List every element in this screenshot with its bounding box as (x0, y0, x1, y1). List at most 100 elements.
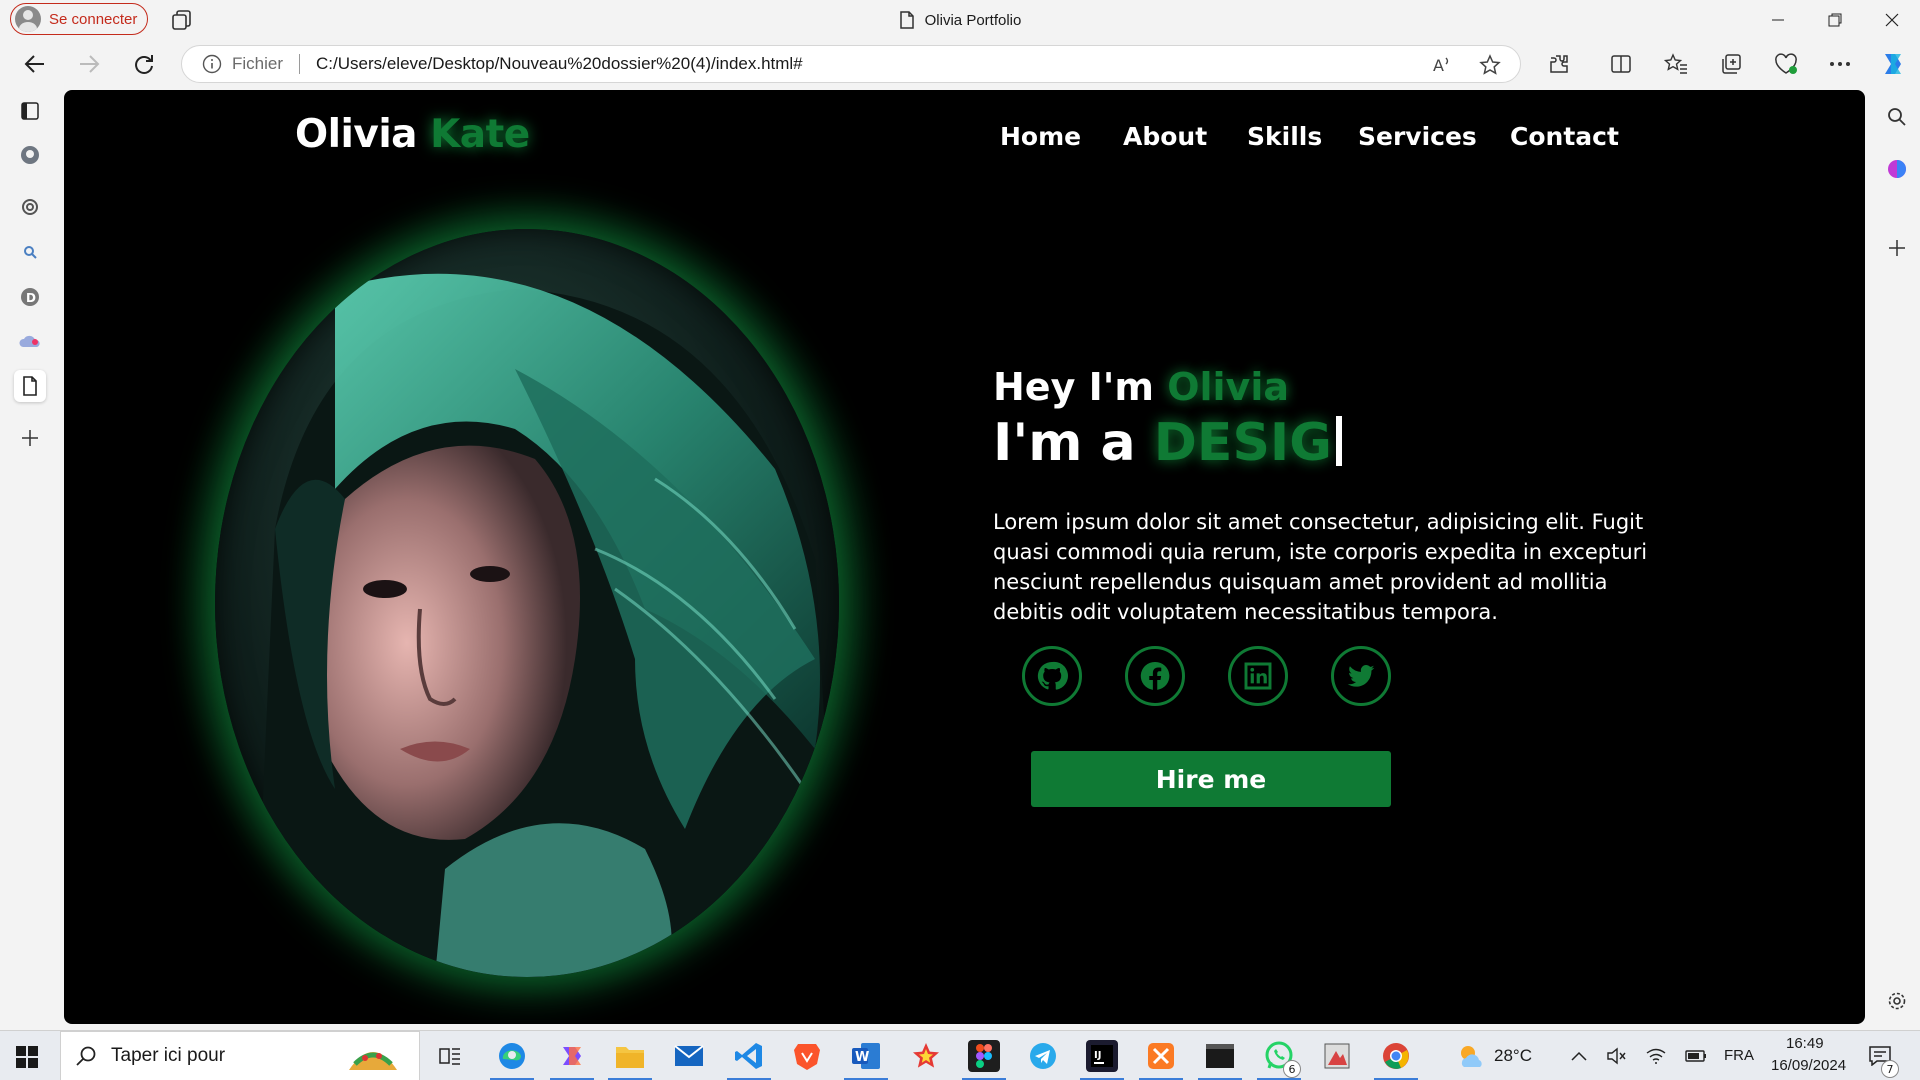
weather-temperature[interactable]: 28°C (1494, 1046, 1532, 1066)
file-explorer-icon[interactable] (614, 1040, 646, 1072)
navigation-bar: Fichier C:/Users/eleve/Desktop/Nouveau%2… (0, 40, 1920, 88)
sidebar-add-icon[interactable] (1884, 235, 1910, 261)
linkedin-icon[interactable] (1228, 646, 1288, 706)
intellij-icon[interactable]: IJ (1086, 1040, 1118, 1072)
svg-text:IJ: IJ (1094, 1050, 1101, 1061)
favorite-star-icon[interactable] (1479, 54, 1501, 76)
search-tab-icon[interactable] (14, 236, 46, 268)
svg-text:W: W (855, 1050, 869, 1065)
tab-actions-icon[interactable] (14, 95, 46, 127)
collections-icon[interactable] (1717, 50, 1745, 78)
tab-title: Olivia Portfolio (924, 11, 1022, 29)
svg-text:A: A (1433, 56, 1444, 75)
vscode-icon[interactable] (733, 1040, 765, 1072)
volume-muted-icon[interactable] (1601, 1040, 1633, 1072)
title-bar: Se connecter Olivia Portfolio (0, 0, 1920, 40)
chrome-icon[interactable] (1380, 1040, 1412, 1072)
restore-button[interactable] (1806, 0, 1863, 40)
greeting-prefix: Hey I'm (993, 365, 1154, 409)
start-windows-icon[interactable] (16, 1046, 38, 1068)
task-view-icon[interactable] (434, 1040, 466, 1072)
whatsapp-badge: 6 (1283, 1060, 1301, 1078)
info-icon[interactable] (202, 54, 222, 74)
split-screen-icon[interactable] (1607, 50, 1635, 78)
nav-services[interactable]: Services (1358, 122, 1477, 151)
search-icon (76, 1046, 96, 1066)
close-button[interactable] (1863, 0, 1920, 40)
input-language[interactable]: FRA (1724, 1047, 1754, 1064)
active-tab-document-icon[interactable] (14, 370, 46, 402)
back-button[interactable] (19, 48, 51, 80)
edge-icon[interactable] (496, 1040, 528, 1072)
show-hidden-icons[interactable] (1563, 1040, 1595, 1072)
twitter-icon[interactable] (1331, 646, 1391, 706)
nav-contact[interactable]: Contact (1510, 122, 1619, 151)
profile-portrait (215, 229, 839, 977)
brave-icon[interactable] (791, 1040, 823, 1072)
extensions-icon[interactable] (1545, 50, 1573, 78)
page-viewport: Olivia Kate Home About Skills Services C… (64, 90, 1865, 1024)
sidebar-search-icon[interactable] (1884, 104, 1910, 130)
windows-taskbar: Taper ici pour W IJ 6 28°C FRA 16:49 16/… (0, 1030, 1920, 1080)
taco-icon (349, 1052, 397, 1070)
favorites-icon[interactable] (1662, 50, 1690, 78)
copilot-icon[interactable] (1879, 50, 1907, 78)
clock-time[interactable]: 16:49 (1786, 1035, 1824, 1052)
browser-essentials-icon[interactable] (1772, 50, 1800, 78)
refresh-button[interactable] (128, 48, 160, 80)
wifi-icon[interactable] (1640, 1040, 1672, 1072)
nav-skills[interactable]: Skills (1247, 122, 1322, 151)
logo-last-name: Kate (430, 112, 530, 157)
vertical-tabs-bar: D (0, 88, 60, 1030)
greeting: Hey I'm Olivia (993, 365, 1713, 409)
nav-about[interactable]: About (1123, 122, 1207, 151)
new-tab-plus-icon[interactable] (14, 422, 46, 454)
hire-me-button[interactable]: Hire me (1031, 751, 1391, 807)
role-typed-text: DESIG (1153, 413, 1332, 473)
role-prefix: I'm a (993, 413, 1136, 473)
edge-sidebar (1872, 88, 1920, 1030)
url-text[interactable]: C:/Users/eleve/Desktop/Nouveau%20dossier… (316, 54, 803, 74)
hero-description: Lorem ipsum dolor sit amet consectetur, … (993, 510, 1648, 624)
battery-icon[interactable] (1680, 1040, 1712, 1072)
clock-date[interactable]: 16/09/2024 (1771, 1057, 1846, 1074)
logo-first-name: Olivia (295, 112, 418, 157)
figma-icon[interactable] (968, 1040, 1000, 1072)
mail-icon[interactable] (673, 1040, 705, 1072)
snipping-tool-icon[interactable] (1321, 1040, 1353, 1072)
terminal-icon[interactable] (1204, 1040, 1236, 1072)
telegram-icon[interactable] (1027, 1040, 1059, 1072)
star-app-icon[interactable] (910, 1040, 942, 1072)
chatgpt-tab-icon[interactable] (14, 191, 46, 223)
window-title: Olivia Portfolio (0, 0, 1920, 40)
document-icon (899, 11, 914, 29)
copilot-taskbar-icon[interactable] (556, 1040, 588, 1072)
xampp-icon[interactable] (1145, 1040, 1177, 1072)
address-bar[interactable]: Fichier C:/Users/eleve/Desktop/Nouveau%2… (181, 45, 1521, 83)
more-menu-icon[interactable] (1826, 50, 1854, 78)
typing-caret (1335, 416, 1342, 466)
greeting-name: Olivia (1167, 365, 1289, 409)
github-tab-icon[interactable] (14, 139, 46, 171)
social-links (1012, 646, 1412, 708)
facebook-icon[interactable] (1125, 646, 1185, 706)
cloud-tab-icon[interactable] (14, 326, 46, 358)
site-logo[interactable]: Olivia Kate (295, 112, 530, 157)
d-tab-icon[interactable]: D (14, 281, 46, 313)
scheme-label: Fichier (232, 54, 284, 73)
word-icon[interactable]: W (850, 1040, 882, 1072)
minimize-button[interactable] (1749, 0, 1806, 40)
svg-text:D: D (26, 291, 36, 305)
weather-icon[interactable] (1455, 1040, 1487, 1072)
forward-button[interactable] (73, 48, 105, 80)
nav-home[interactable]: Home (1000, 122, 1081, 151)
read-aloud-icon[interactable]: A (1431, 54, 1453, 76)
notifications-badge: 7 (1881, 1060, 1899, 1078)
search-placeholder: Taper ici pour (111, 1045, 226, 1066)
taskbar-search[interactable]: Taper ici pour (60, 1031, 420, 1080)
sidebar-settings-icon[interactable] (1884, 988, 1910, 1014)
github-icon[interactable] (1022, 646, 1082, 706)
separator (299, 54, 301, 74)
designer-icon[interactable] (1884, 156, 1910, 182)
hero-section: Hey I'm Olivia I'm a DESIG Lorem ipsum d… (993, 365, 1713, 627)
